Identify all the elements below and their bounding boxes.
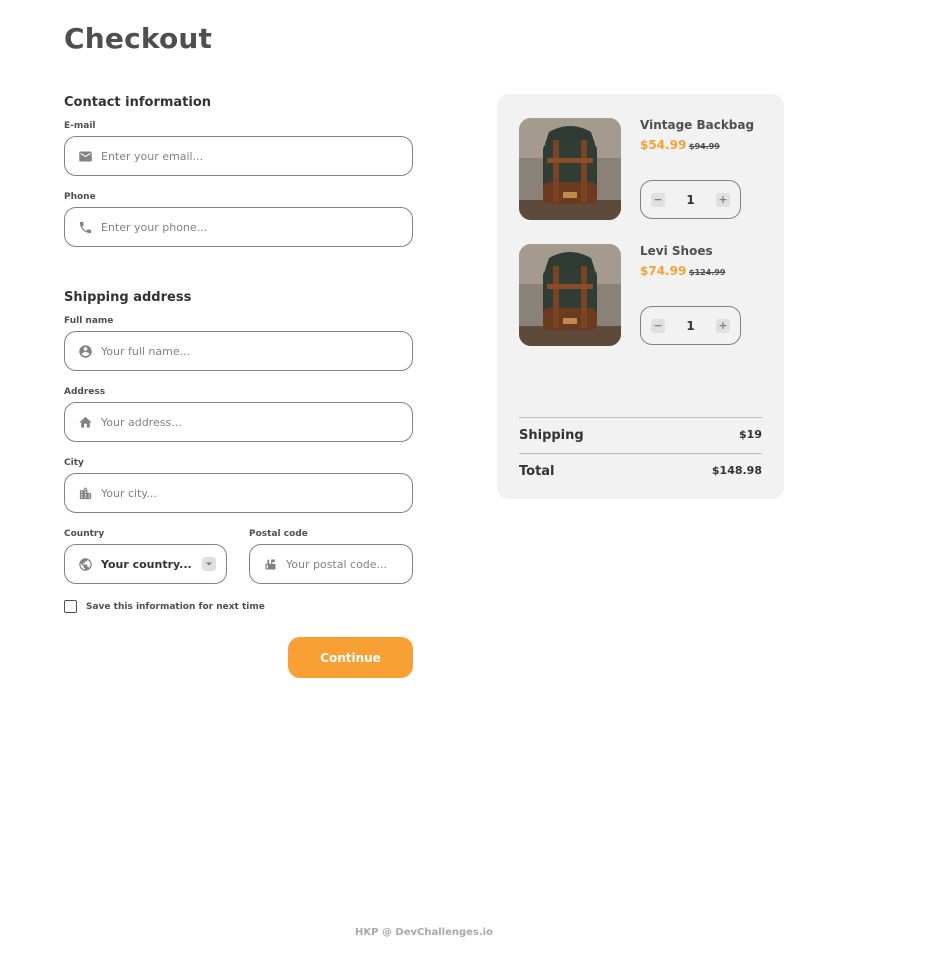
- city-label: City: [64, 458, 84, 468]
- postal-code-label: Postal code: [249, 529, 308, 539]
- total-value: $148.98: [711, 464, 762, 477]
- email-label: E-mail: [64, 121, 96, 131]
- address-label: Address: [64, 387, 106, 397]
- item-name: Vintage Backbag: [640, 118, 755, 132]
- city-input[interactable]: [101, 486, 412, 500]
- cart-item: Vintage Backbag $54.99 $94.99 − 1 +: [519, 118, 769, 220]
- shipping-cost-label: Shipping: [519, 428, 584, 443]
- email-field[interactable]: [64, 136, 413, 176]
- save-info-label[interactable]: Save this information for next time: [86, 602, 265, 612]
- item-old-price: $124.99: [689, 268, 726, 277]
- mail-icon: [77, 148, 93, 164]
- item-price: $54.99: [640, 138, 687, 152]
- cart-summary: Vintage Backbag $54.99 $94.99 − 1 + Levi…: [497, 94, 784, 499]
- city-icon: [77, 485, 93, 501]
- country-select-value: Your country...: [101, 557, 192, 571]
- item-price: $74.99: [640, 264, 687, 278]
- chevron-down-icon[interactable]: [202, 557, 216, 571]
- save-info-row[interactable]: Save this information for next time: [64, 600, 265, 613]
- address-field[interactable]: [64, 402, 413, 442]
- continue-button[interactable]: Continue: [288, 637, 413, 678]
- country-label: Country: [64, 529, 105, 539]
- cart-item: Levi Shoes $74.99 $124.99 − 1 +: [519, 244, 769, 346]
- country-select[interactable]: Your country...: [64, 544, 227, 584]
- quantity-value: 1: [686, 318, 695, 333]
- globe-icon: [77, 556, 93, 572]
- item-name: Levi Shoes: [640, 244, 713, 258]
- shipping-section-title: Shipping address: [64, 290, 192, 305]
- decrement-button[interactable]: −: [651, 318, 665, 333]
- postal-code-field[interactable]: [249, 544, 413, 584]
- phone-label: Phone: [64, 192, 96, 202]
- phone-field[interactable]: [64, 207, 413, 247]
- increment-button[interactable]: +: [715, 318, 730, 333]
- address-input[interactable]: [101, 415, 412, 429]
- postal-code-input[interactable]: [286, 557, 412, 571]
- total-label: Total: [519, 464, 555, 479]
- phone-input[interactable]: [101, 220, 412, 234]
- quantity-stepper: − 1 +: [640, 306, 741, 345]
- full-name-label: Full name: [64, 316, 114, 326]
- full-name-input[interactable]: [101, 344, 412, 358]
- email-input[interactable]: [101, 149, 412, 163]
- footer-credit: HKP @ DevChallenges.io: [355, 927, 493, 938]
- item-old-price: $94.99: [689, 142, 720, 151]
- increment-button[interactable]: +: [715, 192, 730, 207]
- full-name-field[interactable]: [64, 331, 413, 371]
- product-image: [519, 244, 621, 346]
- user-circle-icon: [77, 343, 93, 359]
- city-field[interactable]: [64, 473, 413, 513]
- shipping-cost-value: $19: [739, 428, 762, 441]
- phone-icon: [77, 219, 93, 235]
- divider: [519, 453, 762, 454]
- quantity-stepper: − 1 +: [640, 180, 741, 219]
- contact-section-title: Contact information: [64, 95, 212, 110]
- mailbox-icon: [262, 556, 278, 572]
- save-info-checkbox[interactable]: [64, 600, 77, 613]
- divider: [519, 417, 762, 418]
- quantity-value: 1: [686, 192, 695, 207]
- page-title: Checkout: [64, 22, 213, 55]
- home-icon: [77, 414, 93, 430]
- product-image: [519, 118, 621, 220]
- decrement-button[interactable]: −: [651, 192, 665, 207]
